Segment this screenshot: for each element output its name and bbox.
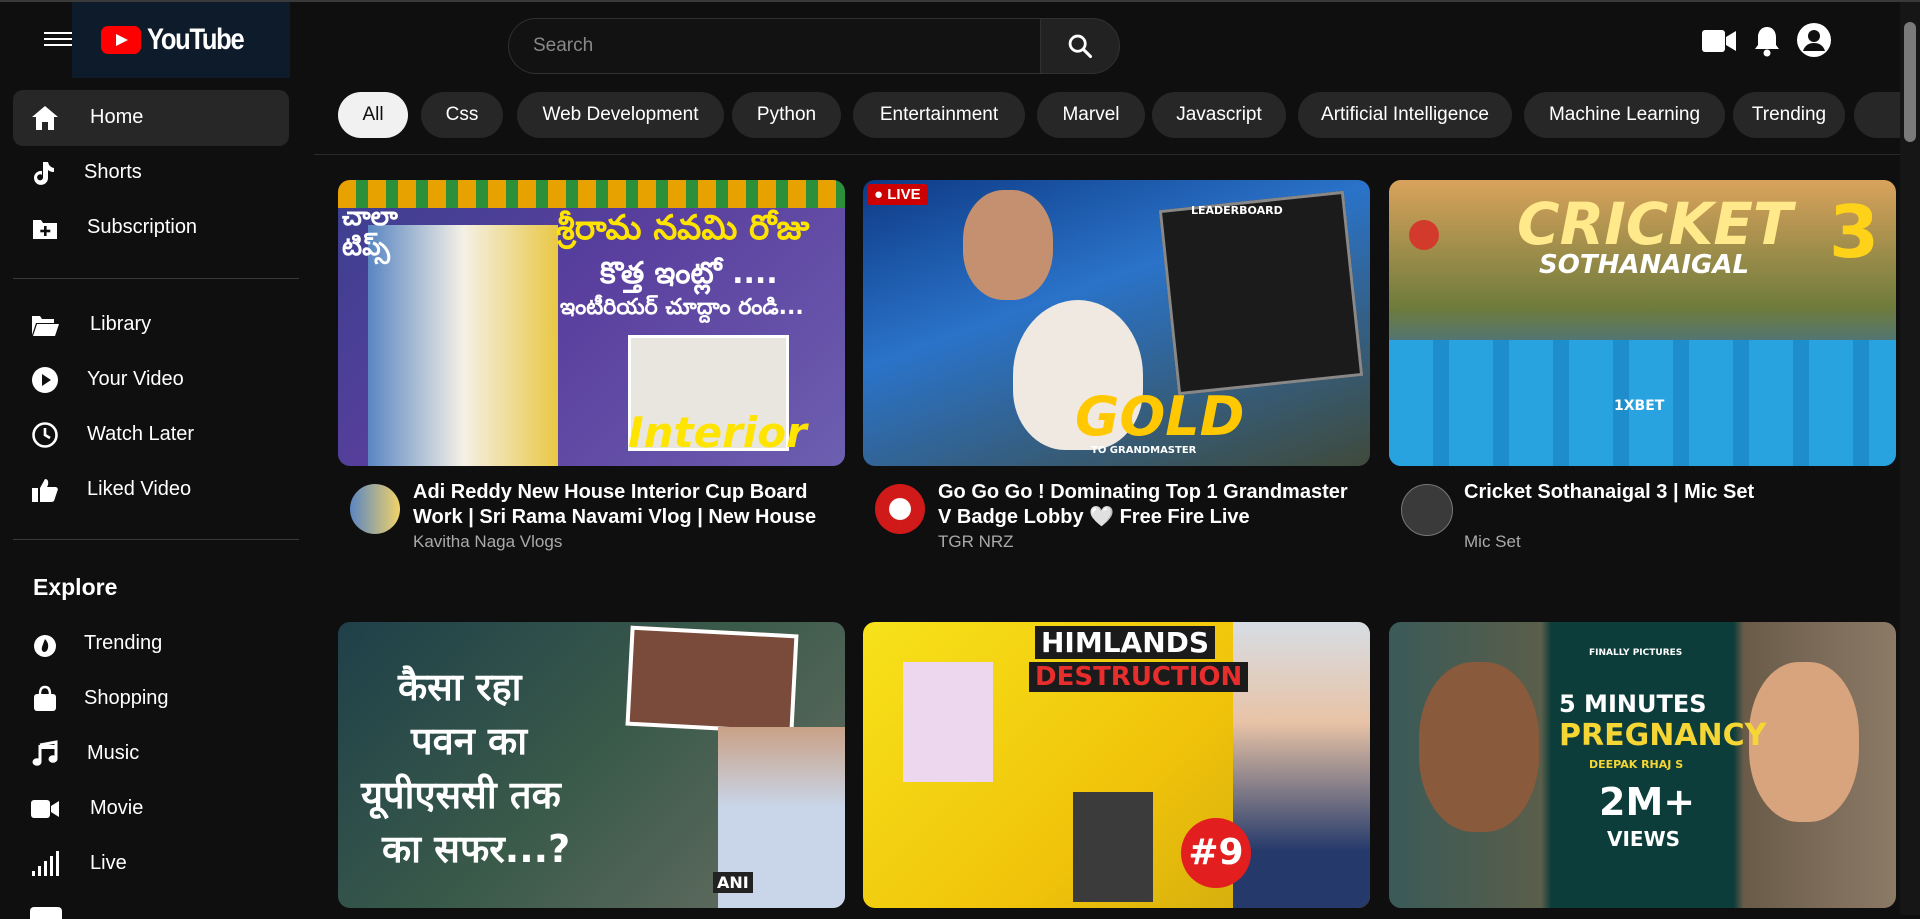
search-bar xyxy=(508,18,1120,74)
page-scrollbar[interactable] xyxy=(1900,2,1920,915)
chip-entertainment[interactable]: Entertainment xyxy=(853,92,1025,138)
sidebar-item-label: Movie xyxy=(90,797,144,819)
sidebar-item-label: Shopping xyxy=(84,687,169,709)
channel-name[interactable]: Mic Set xyxy=(1464,532,1521,552)
sidebar-item-label: Library xyxy=(90,313,152,335)
sidebar-item-trending[interactable]: Trending xyxy=(13,616,289,672)
sidebar-item-library[interactable]: Library xyxy=(13,297,289,353)
search-input[interactable] xyxy=(508,18,1040,74)
scrollbar-thumb[interactable] xyxy=(1904,22,1916,142)
sidebar-item-watch-later[interactable]: Watch Later xyxy=(13,407,289,463)
chip-artificial-intelligence[interactable]: Artificial Intelligence xyxy=(1298,92,1512,138)
sidebar-item-label: Music xyxy=(87,742,140,764)
channel-avatar[interactable] xyxy=(1401,484,1453,536)
channel-avatar[interactable] xyxy=(875,484,925,534)
chip-marvel[interactable]: Marvel xyxy=(1037,92,1145,138)
sidebar-item-subscription[interactable]: Subscription xyxy=(13,200,289,256)
explore-heading: Explore xyxy=(33,574,118,600)
channel-name[interactable]: TGR NRZ xyxy=(938,532,1014,552)
video-thumbnail[interactable]: ● LIVE LEADERBOARD GOLD TO GRANDMASTER xyxy=(863,180,1370,466)
live-badge: ● LIVE xyxy=(867,184,928,205)
thumbs-up-icon xyxy=(32,479,58,502)
video-thumbnail[interactable]: HIMLANDS DESTRUCTION #9 xyxy=(863,622,1370,908)
chip-all[interactable]: All xyxy=(338,92,408,138)
sidebar-item-label: Subscription xyxy=(87,216,198,238)
gaming-icon xyxy=(30,907,62,919)
sidebar-item-music[interactable]: Music xyxy=(13,726,289,782)
shopping-bag-icon xyxy=(34,685,56,711)
channel-name[interactable]: Kavitha Naga Vlogs xyxy=(413,532,562,552)
sidebar: Home Shorts Subscription Library Your Vi… xyxy=(0,82,300,919)
search-icon xyxy=(1068,34,1093,59)
channel-avatar[interactable] xyxy=(350,484,400,534)
sidebar-item-label: Your Video xyxy=(87,368,184,390)
sidebar-divider xyxy=(13,278,299,279)
chip-python[interactable]: Python xyxy=(732,92,841,138)
sidebar-item-live[interactable]: Live xyxy=(13,836,289,892)
video-camera-icon[interactable] xyxy=(1701,28,1737,54)
sidebar-item-liked-video[interactable]: Liked Video xyxy=(13,462,289,518)
home-icon xyxy=(32,106,58,130)
chip-trending[interactable]: Trending xyxy=(1733,92,1845,138)
video-title[interactable]: Go Go Go ! Dominating Top 1 Grandmaster … xyxy=(938,480,1358,530)
sidebar-item-your-video[interactable]: Your Video xyxy=(13,352,289,408)
signal-icon xyxy=(32,851,59,876)
movie-camera-icon xyxy=(31,800,59,818)
sidebar-item-label: Watch Later xyxy=(87,423,195,445)
sidebar-divider xyxy=(13,539,299,540)
notification-bell-icon[interactable] xyxy=(1751,24,1783,58)
play-circle-icon xyxy=(32,367,58,393)
sidebar-item-label: Shorts xyxy=(84,161,142,183)
sidebar-item-label: Live xyxy=(90,852,127,874)
search-button[interactable] xyxy=(1040,18,1120,74)
top-bar: YouTube xyxy=(0,2,1900,82)
chip-partial[interactable] xyxy=(1854,92,1900,138)
sidebar-item-movie[interactable]: Movie xyxy=(13,781,289,837)
subscription-icon xyxy=(33,220,57,239)
folder-icon xyxy=(32,316,59,336)
video-title[interactable]: Adi Reddy New House Interior Cup Board W… xyxy=(413,480,833,530)
hamburger-menu-icon[interactable] xyxy=(44,28,72,50)
video-thumbnail[interactable]: FINALLY PICTURES 5 MINUTES PREGNANCY DEE… xyxy=(1389,622,1896,908)
video-thumbnail[interactable]: कैसा रहा पवन का यूपीएससी तक का सफर...? A… xyxy=(338,622,845,908)
music-icon xyxy=(32,740,58,766)
chip-web-development[interactable]: Web Development xyxy=(517,92,724,138)
sidebar-item-label: Home xyxy=(90,106,144,128)
category-chips: All Css Web Development Python Entertain… xyxy=(314,82,1900,155)
sidebar-item-shorts[interactable]: Shorts xyxy=(13,145,289,201)
chip-css[interactable]: Css xyxy=(421,92,503,138)
video-thumbnail[interactable]: చాలా టిప్స్ శ్రీరామ నవమి రోజు కొత్త ఇంట్… xyxy=(338,180,845,466)
logo-text: YouTube xyxy=(147,23,245,56)
sidebar-item-label: Trending xyxy=(84,632,163,654)
chip-javascript[interactable]: Javascript xyxy=(1152,92,1286,138)
shorts-icon xyxy=(34,162,54,185)
sidebar-item-label: Liked Video xyxy=(87,478,192,500)
fire-icon xyxy=(34,635,56,657)
video-title[interactable]: Cricket Sothanaigal 3 | Mic Set xyxy=(1464,480,1884,505)
sidebar-item-shopping[interactable]: Shopping xyxy=(13,671,289,727)
video-thumbnail[interactable]: CRICKET SOTHANAIGAL 3 1XBET xyxy=(1389,180,1896,466)
sidebar-item-home[interactable]: Home xyxy=(13,90,289,146)
chip-machine-learning[interactable]: Machine Learning xyxy=(1524,92,1725,138)
account-avatar-icon[interactable] xyxy=(1796,22,1832,58)
youtube-play-icon xyxy=(101,26,142,54)
clock-icon xyxy=(32,422,58,448)
youtube-logo[interactable]: YouTube xyxy=(72,2,290,78)
